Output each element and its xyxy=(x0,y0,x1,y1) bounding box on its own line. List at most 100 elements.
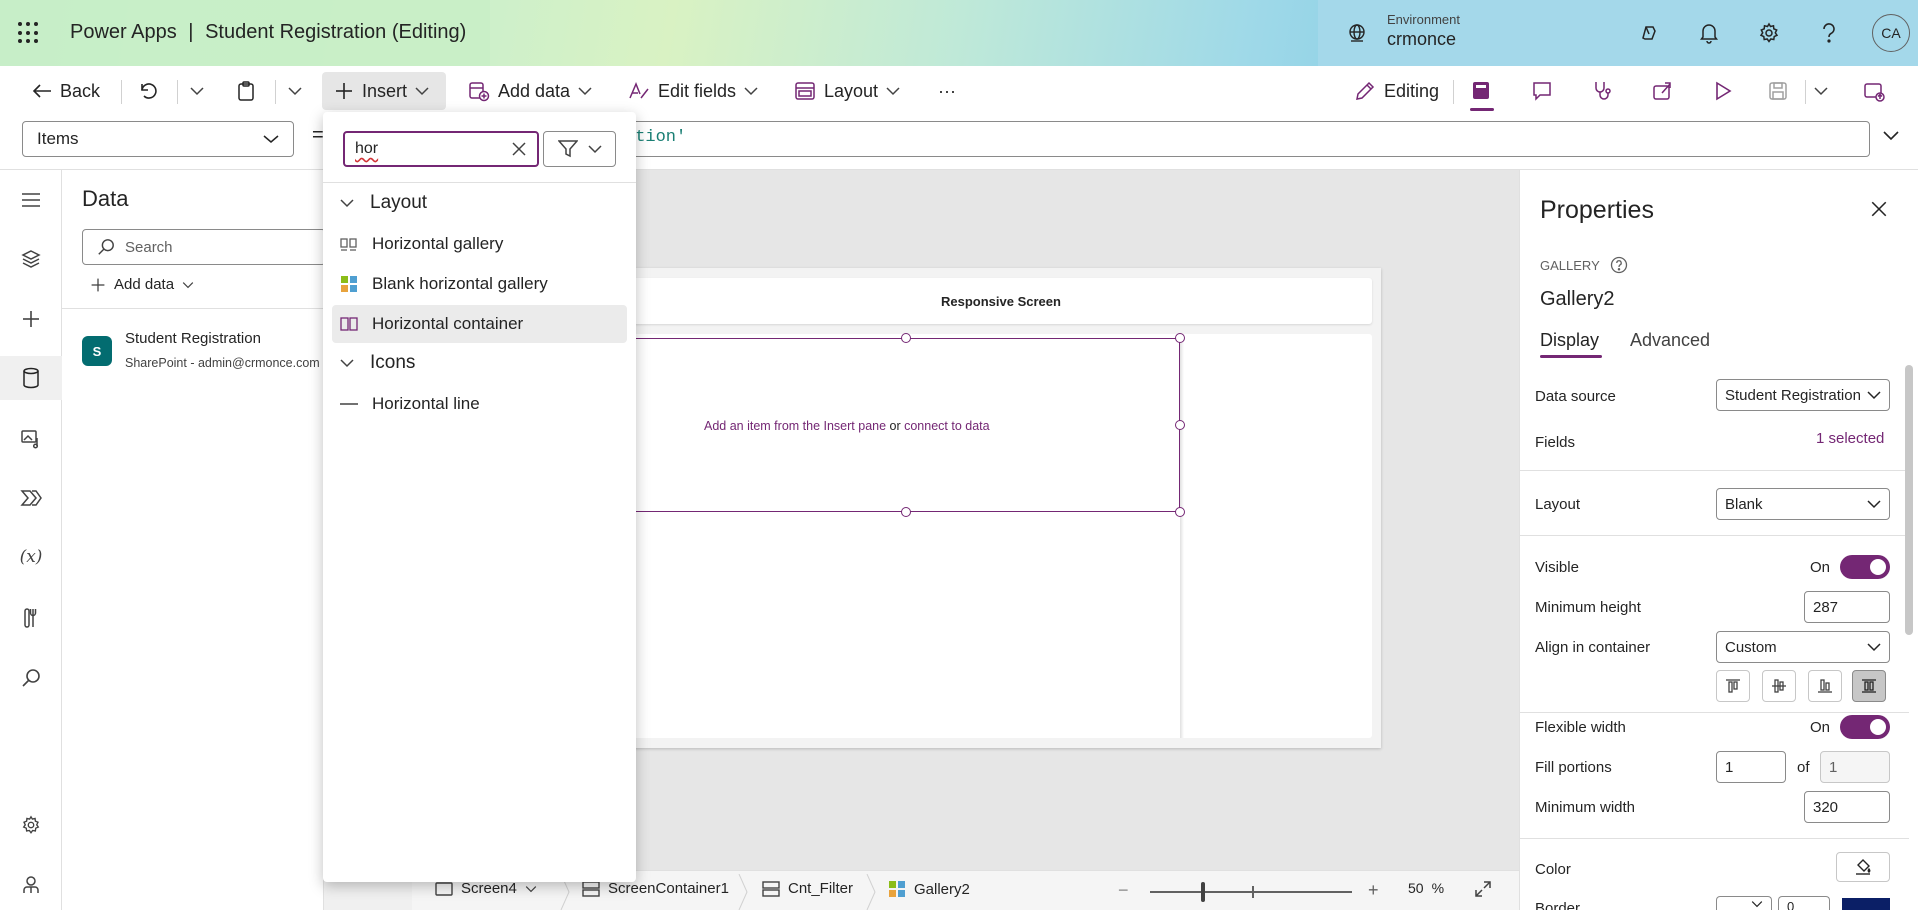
breadcrumb-screencontainer[interactable]: ScreenContainer1 xyxy=(582,880,729,897)
resize-handle[interactable] xyxy=(1175,333,1185,343)
chevron-down-icon xyxy=(525,885,537,892)
border-style-dropdown[interactable] xyxy=(1716,896,1772,910)
align-stretch-button[interactable] xyxy=(1852,670,1886,702)
properties-scrollbar[interactable] xyxy=(1905,365,1913,635)
data-source-dropdown[interactable]: Student Registration xyxy=(1716,379,1890,411)
align-bottom-button[interactable] xyxy=(1808,670,1842,702)
chevron-down-icon xyxy=(1867,643,1881,652)
insert-plus-icon[interactable] xyxy=(18,306,44,332)
fit-to-window-button[interactable] xyxy=(1474,880,1492,898)
save-dropdown[interactable] xyxy=(1814,76,1828,106)
variables-icon[interactable]: (𝑥) xyxy=(18,544,44,570)
data-search-input[interactable]: Search xyxy=(82,229,326,265)
fields-selected-link[interactable]: 1 selected xyxy=(1816,430,1884,447)
align-middle-button[interactable] xyxy=(1762,670,1796,702)
flexible-width-label: Flexible width xyxy=(1535,719,1626,736)
tab-display[interactable]: Display xyxy=(1540,330,1599,351)
resize-handle[interactable] xyxy=(1175,420,1185,430)
min-width-input[interactable]: 320 xyxy=(1804,791,1890,823)
back-button[interactable]: Back xyxy=(32,76,100,106)
preview-button[interactable] xyxy=(1713,76,1733,106)
breadcrumb-gallery[interactable]: Gallery2 xyxy=(888,880,970,898)
tab-advanced[interactable]: Advanced xyxy=(1630,330,1710,351)
insert-pane-link[interactable]: Add an item from the Insert pane xyxy=(704,419,886,433)
zoom-slider-thumb[interactable] xyxy=(1201,882,1205,902)
chevron-down-icon xyxy=(1867,391,1881,400)
media-icon[interactable] xyxy=(18,426,44,452)
advanced-tools-icon[interactable] xyxy=(18,605,44,631)
align-top-button[interactable] xyxy=(1716,670,1750,702)
insert-button[interactable]: Insert xyxy=(334,76,429,106)
add-data-button[interactable]: Add data xyxy=(468,76,592,106)
visible-toggle[interactable] xyxy=(1840,555,1890,579)
breadcrumb-screen[interactable]: Screen4 xyxy=(435,880,537,897)
edit-fields-button[interactable]: Edit fields xyxy=(628,76,758,106)
close-icon[interactable] xyxy=(1870,200,1888,221)
help-icon[interactable] xyxy=(1816,20,1842,46)
search-icon[interactable] xyxy=(18,665,44,691)
paste-dropdown[interactable] xyxy=(288,76,302,106)
insert-item-blank-horizontal-gallery[interactable]: Blank horizontal gallery xyxy=(332,265,627,303)
screen-header[interactable]: Responsive Screen xyxy=(630,278,1372,324)
control-name[interactable]: Gallery2 xyxy=(1540,288,1614,311)
settings-icon[interactable] xyxy=(18,812,44,838)
border-label: Border xyxy=(1535,900,1581,910)
data-add-button[interactable]: Add data xyxy=(90,276,194,293)
publish-button[interactable] xyxy=(1863,76,1885,106)
layout-button[interactable]: Layout xyxy=(794,76,900,106)
container-shadow xyxy=(1180,334,1184,738)
health-check-button[interactable] xyxy=(1591,76,1613,106)
insert-search-input[interactable]: hor xyxy=(343,131,539,167)
power-automate-icon[interactable] xyxy=(18,485,44,511)
app-checker-button[interactable] xyxy=(1470,76,1492,106)
layout-dropdown[interactable]: Blank xyxy=(1716,488,1890,520)
environment-name[interactable]: crmonce xyxy=(1387,29,1456,50)
resize-handle[interactable] xyxy=(901,507,911,517)
paste-button[interactable] xyxy=(236,76,256,106)
fill-portions-of: of xyxy=(1797,759,1810,776)
data-source-name[interactable]: Student Registration xyxy=(125,330,261,347)
resize-handle[interactable] xyxy=(1175,507,1185,517)
data-source-label: Data source xyxy=(1535,388,1616,405)
zoom-value[interactable]: 50 % xyxy=(1408,880,1444,896)
insert-group-layout[interactable]: Layout xyxy=(340,192,427,214)
min-height-input[interactable]: 287 xyxy=(1804,591,1890,623)
bell-icon[interactable] xyxy=(1696,20,1722,46)
copilot-icon[interactable] xyxy=(1636,20,1662,46)
comments-button[interactable] xyxy=(1531,76,1553,106)
gear-icon[interactable] xyxy=(1756,20,1782,46)
breadcrumb-cnt-filter[interactable]: Cnt_Filter xyxy=(762,880,853,897)
insert-item-horizontal-line[interactable]: Horizontal line xyxy=(332,385,627,423)
user-avatar[interactable]: CA xyxy=(1872,14,1910,52)
app-launcher-icon[interactable] xyxy=(18,22,40,44)
database-icon[interactable] xyxy=(18,365,44,391)
save-button[interactable] xyxy=(1768,76,1788,106)
insert-filter-button[interactable] xyxy=(543,131,616,167)
zoom-out-button[interactable]: − xyxy=(1118,880,1129,901)
undo-dropdown[interactable] xyxy=(190,76,204,106)
divider xyxy=(62,308,324,309)
zoom-in-button[interactable]: + xyxy=(1368,880,1379,901)
color-picker[interactable] xyxy=(1836,852,1890,882)
insert-group-icons[interactable]: Icons xyxy=(340,352,415,374)
resize-handle[interactable] xyxy=(901,333,911,343)
expand-formula-icon[interactable] xyxy=(1882,128,1900,144)
property-dropdown[interactable]: Items xyxy=(22,121,294,157)
border-color-swatch[interactable] xyxy=(1842,898,1890,910)
align-dropdown[interactable]: Custom xyxy=(1716,631,1890,663)
globe-icon[interactable] xyxy=(1346,22,1368,44)
share-button[interactable] xyxy=(1651,76,1673,106)
zoom-slider-track[interactable] xyxy=(1150,891,1352,893)
insert-item-horizontal-gallery[interactable]: Horizontal gallery xyxy=(332,225,627,263)
more-button[interactable]: ··· xyxy=(938,76,956,106)
insert-item-horizontal-container[interactable]: Horizontal container xyxy=(332,305,627,343)
tree-view-icon[interactable] xyxy=(18,246,44,272)
editing-button[interactable]: Editing xyxy=(1354,76,1439,106)
connect-data-link[interactable]: connect to data xyxy=(904,419,989,433)
hamburger-icon[interactable] xyxy=(18,187,44,213)
border-thickness-input[interactable]: 0 xyxy=(1778,896,1830,910)
fill-portions-input[interactable]: 1 xyxy=(1716,751,1786,783)
virtual-agent-icon[interactable] xyxy=(18,872,44,898)
undo-button[interactable] xyxy=(138,76,158,106)
flexible-width-toggle[interactable] xyxy=(1840,715,1890,739)
